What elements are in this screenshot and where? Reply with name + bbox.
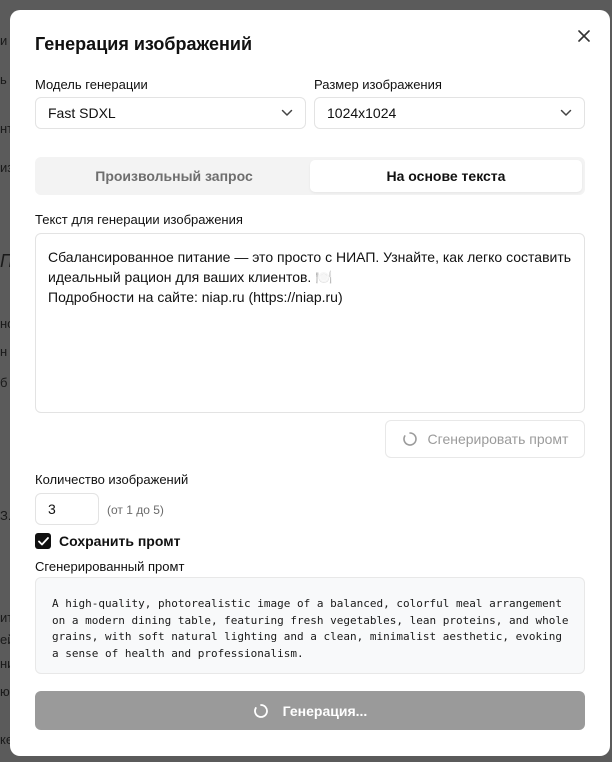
spinner-icon [402,432,417,446]
generated-prompt-box: A high-quality, photorealistic image of … [35,577,585,674]
source-text-line: Подробности на сайте: niap.ru (https://n… [48,289,343,305]
count-label: Количество изображений [35,472,189,487]
model-label: Модель генерации [35,77,148,92]
bg-text: ю [0,684,10,699]
count-value: 3 [48,501,56,517]
model-select-value: Fast SDXL [48,105,116,121]
prompt-line: grains, with soft natural lighting and a… [52,630,562,643]
size-select[interactable]: 1024x1024 [314,97,585,129]
chevron-down-icon [281,109,293,116]
source-text-label: Текст для генерации изображения [35,212,243,227]
prompt-line: A high-quality, photorealistic image of … [52,597,562,610]
check-icon [37,536,49,545]
bg-text: б [0,375,8,390]
generate-button[interactable]: Генерация... [35,691,585,730]
source-text-line: Сбалансированное питание — это просто с … [48,249,572,265]
source-text-area[interactable]: Сбалансированное питание — это просто с … [35,233,585,413]
size-label: Размер изображения [314,77,442,92]
bg-text: н [0,344,8,359]
chevron-down-icon [560,109,572,116]
tab-text-based[interactable]: На основе текста [310,160,582,192]
close-button[interactable] [574,26,594,46]
generate-prompt-label: Сгенерировать промт [427,431,569,447]
close-icon [578,30,590,42]
source-text-line: идеальный рацион для ваших клиентов. 🍽️ [48,269,333,285]
generate-prompt-button[interactable]: Сгенерировать промт [385,420,585,458]
model-select[interactable]: Fast SDXL [35,97,306,129]
mode-tabs: Произвольный запрос На основе текста [35,157,585,195]
count-hint: (от 1 до 5) [107,503,164,517]
generated-prompt-label: Сгенерированный промт [35,559,185,574]
generate-button-label: Генерация... [282,702,368,719]
prompt-line: on a modern dining table, featuring fres… [52,613,569,627]
tab-free-query[interactable]: Произвольный запрос [38,160,310,192]
spinner-icon [253,703,268,718]
size-select-value: 1024x1024 [327,105,397,121]
image-generation-dialog: Генерация изображений Модель генерации F… [10,10,610,756]
save-prompt-label[interactable]: Сохранить промт [59,533,180,549]
save-prompt-checkbox[interactable] [35,533,51,549]
prompt-line: a sense of health and professionalism. [52,646,304,660]
count-input[interactable]: 3 [35,493,99,525]
dialog-title: Генерация изображений [35,34,253,54]
